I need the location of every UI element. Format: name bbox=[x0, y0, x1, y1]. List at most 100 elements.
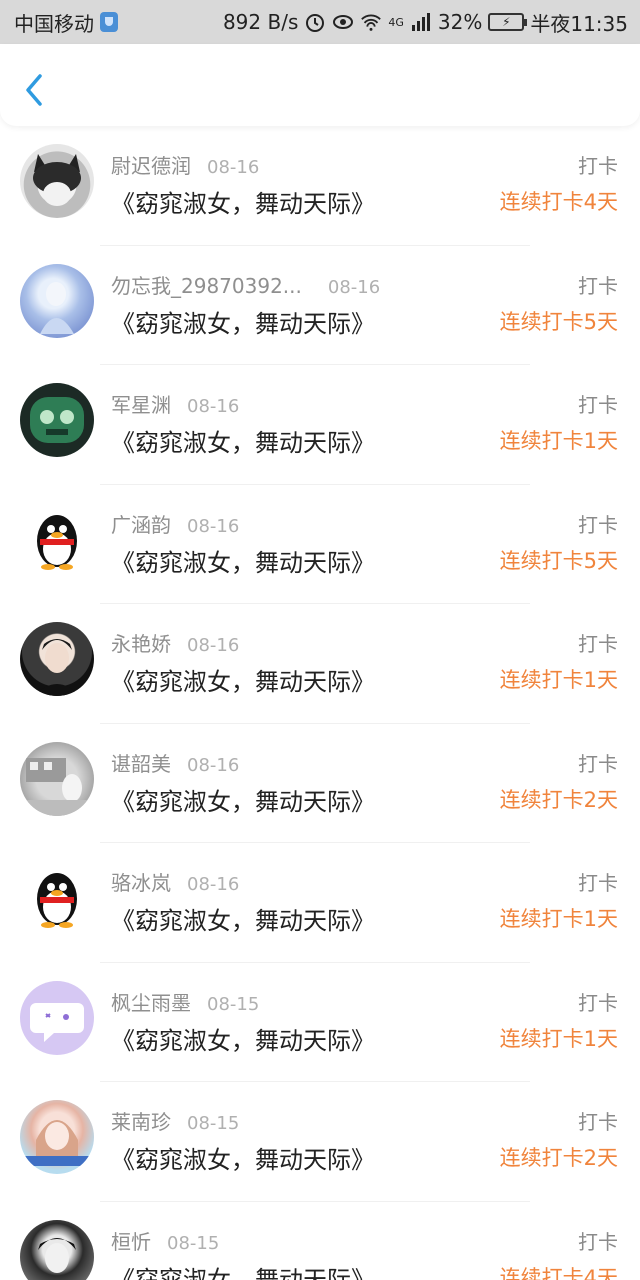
checkin-status: 打卡 bbox=[578, 154, 618, 178]
avatar[interactable] bbox=[20, 383, 94, 457]
avatar[interactable] bbox=[20, 861, 94, 935]
checkin-date: 08-15 bbox=[167, 1232, 220, 1254]
checkin-date: 08-16 bbox=[207, 157, 260, 178]
list-item[interactable]: 骆冰岚 08-16 《窈窕淑女，舞动天际》 打卡 连续打卡1天 bbox=[0, 843, 640, 963]
avatar[interactable] bbox=[20, 980, 94, 1055]
avatar[interactable] bbox=[20, 502, 94, 577]
avatar[interactable] bbox=[20, 1219, 94, 1280]
checkin-date: 08-16 bbox=[327, 276, 381, 298]
eye-icon bbox=[332, 11, 354, 33]
user-name: 谌韶美 08-16 bbox=[111, 748, 239, 777]
list-item[interactable]: 莱南珍 08-15 《窈窕淑女，舞动天际》 打卡 连续打卡2天 bbox=[0, 1082, 640, 1202]
avatar[interactable] bbox=[20, 622, 94, 696]
checkin-date: 08-16 bbox=[187, 754, 240, 776]
streak-label: 连续打卡1天 bbox=[499, 907, 618, 931]
user-name-text: 谌韶美 bbox=[111, 751, 171, 776]
user-name-text: 骆冰岚 bbox=[111, 871, 171, 895]
list-item[interactable]: 枫尘雨墨 08-15 《窈窕淑女，舞动天际》 打卡 连续打卡1天 bbox=[0, 963, 640, 1083]
chat-bubble-icon bbox=[30, 1002, 84, 1042]
battery-percent: 32% bbox=[437, 10, 483, 34]
qq-penguin-icon bbox=[37, 514, 77, 570]
list-item[interactable]: 桓忻 08-15 《窈窕淑女，舞动天际》 打卡 连续打卡4天 bbox=[0, 1202, 640, 1280]
back-button[interactable] bbox=[20, 70, 50, 110]
checkin-status: 打卡 bbox=[578, 1229, 618, 1254]
streak-label: 连续打卡4天 bbox=[499, 1265, 618, 1280]
user-name-text: 尉迟德润 bbox=[111, 154, 191, 178]
streak-label: 连续打卡1天 bbox=[499, 429, 618, 453]
user-name: 永艳娇 08-16 bbox=[111, 628, 239, 657]
wifi-icon bbox=[360, 11, 382, 33]
user-name: 军星渊 08-16 bbox=[111, 389, 239, 418]
avatar[interactable] bbox=[20, 144, 94, 218]
user-name-text: 桓忻 bbox=[111, 1229, 151, 1254]
status-bar: 中国移动 892 B/s 4G 32% ⚡ 半夜11:35 bbox=[0, 0, 640, 44]
user-name-text: 军星渊 bbox=[111, 393, 171, 417]
course-title: 《窈窕淑女，舞动天际》 bbox=[111, 309, 375, 338]
streak-label: 连续打卡4天 bbox=[499, 190, 618, 214]
user-name-text: 永艳娇 bbox=[111, 632, 171, 656]
user-name-text: 枫尘雨墨 bbox=[111, 990, 191, 1015]
checkin-date: 08-15 bbox=[187, 1113, 240, 1134]
battery-icon: ⚡ bbox=[488, 13, 528, 31]
streak-label: 连续打卡5天 bbox=[499, 309, 618, 334]
clock: 半夜11:35 bbox=[530, 11, 628, 36]
list-item[interactable]: 勿忘我_29870392... 08-16 《窈窕淑女，舞动天际》 打卡 连续打卡… bbox=[0, 246, 640, 366]
streak-label: 连续打卡1天 bbox=[499, 1026, 618, 1051]
user-name: 勿忘我_29870392... 08-16 bbox=[111, 270, 380, 299]
user-name: 广涵韵 08-16 bbox=[111, 509, 239, 538]
list-item[interactable]: 尉迟德润 08-16 《窈窕淑女，舞动天际》 打卡 连续打卡4天 bbox=[0, 126, 640, 246]
user-name: 莱南珍 08-15 bbox=[111, 1106, 239, 1135]
user-name: 枫尘雨墨 08-15 bbox=[111, 987, 259, 1016]
checkin-status: 打卡 bbox=[578, 751, 618, 776]
course-title: 《窈窕淑女，舞动天际》 bbox=[111, 548, 375, 577]
checkin-status: 打卡 bbox=[578, 273, 618, 298]
network-speed: 892 B/s bbox=[222, 10, 299, 34]
checkin-date: 08-16 bbox=[187, 635, 240, 656]
avatar[interactable] bbox=[20, 263, 94, 338]
list-item[interactable]: 谌韶美 08-16 《窈窕淑女，舞动天际》 打卡 连续打卡2天 bbox=[0, 724, 640, 844]
qq-penguin-icon bbox=[37, 873, 77, 928]
list-item[interactable]: 广涵韵 08-16 《窈窕淑女，舞动天际》 打卡 连续打卡5天 bbox=[0, 485, 640, 605]
status-bar-right: 892 B/s 4G 32% ⚡ 半夜11:35 bbox=[223, 8, 628, 37]
checkin-list: 尉迟德润 08-16 《窈窕淑女，舞动天际》 打卡 连续打卡4天 勿忘我_2987… bbox=[0, 126, 640, 1280]
course-title: 《窈窕淑女，舞动天际》 bbox=[111, 907, 375, 935]
streak-label: 连续打卡1天 bbox=[499, 668, 618, 692]
chevron-left-icon bbox=[26, 74, 42, 106]
signal-icon bbox=[410, 11, 432, 33]
user-name: 骆冰岚 08-16 bbox=[111, 867, 239, 896]
checkin-date: 08-16 bbox=[187, 515, 240, 537]
course-title: 《窈窕淑女，舞动天际》 bbox=[111, 787, 375, 816]
user-name-text: 广涵韵 bbox=[111, 512, 171, 537]
network-type: 4G bbox=[388, 15, 404, 29]
alarm-icon bbox=[304, 11, 326, 33]
streak-label: 连续打卡2天 bbox=[499, 1146, 618, 1170]
checkin-date: 08-15 bbox=[207, 993, 260, 1015]
header-bar bbox=[0, 44, 640, 126]
course-title: 《窈窕淑女，舞动天际》 bbox=[111, 668, 375, 696]
checkin-date: 08-16 bbox=[187, 396, 240, 417]
shield-icon bbox=[100, 12, 118, 32]
course-title: 《窈窕淑女，舞动天际》 bbox=[111, 1265, 375, 1280]
avatar[interactable] bbox=[20, 1100, 94, 1174]
user-name-text: 勿忘我_29870392... bbox=[111, 273, 302, 298]
checkin-date: 08-16 bbox=[187, 874, 240, 895]
course-title: 《窈窕淑女，舞动天际》 bbox=[111, 1026, 375, 1055]
user-name-text: 莱南珍 bbox=[111, 1110, 171, 1134]
streak-label: 连续打卡5天 bbox=[499, 548, 618, 573]
status-bar-left: 中国移动 bbox=[14, 8, 118, 37]
list-item[interactable]: 永艳娇 08-16 《窈窕淑女，舞动天际》 打卡 连续打卡1天 bbox=[0, 604, 640, 724]
list-item[interactable]: 军星渊 08-16 《窈窕淑女，舞动天际》 打卡 连续打卡1天 bbox=[0, 365, 640, 485]
course-title: 《窈窕淑女，舞动天际》 bbox=[111, 190, 375, 218]
checkin-status: 打卡 bbox=[578, 632, 618, 656]
avatar[interactable] bbox=[20, 741, 94, 816]
course-title: 《窈窕淑女，舞动天际》 bbox=[111, 1146, 375, 1174]
checkin-status: 打卡 bbox=[578, 512, 618, 537]
checkin-status: 打卡 bbox=[578, 990, 618, 1015]
checkin-status: 打卡 bbox=[578, 1110, 618, 1134]
user-name: 桓忻 08-15 bbox=[111, 1226, 219, 1255]
checkin-status: 打卡 bbox=[578, 393, 618, 417]
user-name: 尉迟德润 08-16 bbox=[111, 150, 259, 179]
carrier-label: 中国移动 bbox=[14, 11, 94, 36]
course-title: 《窈窕淑女，舞动天际》 bbox=[111, 429, 375, 457]
streak-label: 连续打卡2天 bbox=[499, 787, 618, 812]
